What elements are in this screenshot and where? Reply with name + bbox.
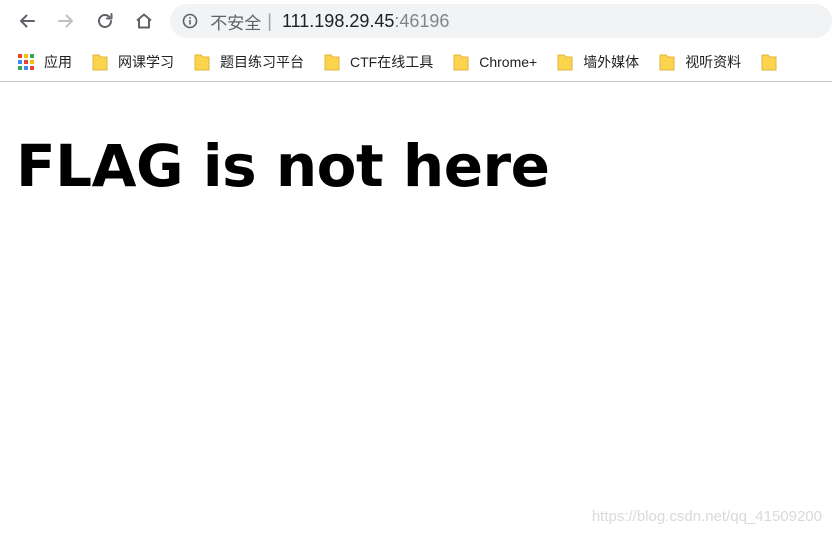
- url-text[interactable]: 111.198.29.45:46196: [282, 11, 450, 32]
- url-host: 111.198.29.45: [281, 10, 395, 31]
- bookmark-label: 网课学习: [118, 53, 174, 70]
- bookmark-folder-practice-platform[interactable]: 题目练习平台: [194, 48, 304, 76]
- bookmark-folder-av-materials[interactable]: 视听资料: [659, 48, 741, 76]
- forward-button[interactable]: [49, 4, 82, 38]
- info-icon: [182, 13, 198, 29]
- bookmark-label: 墙外媒体: [583, 53, 640, 70]
- bookmark-folder-chrome-plus[interactable]: Chrome+: [453, 48, 537, 76]
- back-button[interactable]: [10, 4, 43, 38]
- reload-button[interactable]: [88, 4, 121, 38]
- url-separator: |: [267, 10, 272, 31]
- browser-toolbar: 不安全 | 111.198.29.45:46196: [0, 0, 832, 42]
- folder-icon: [92, 53, 108, 71]
- folder-icon: [761, 53, 777, 71]
- folder-icon: [557, 53, 573, 71]
- bookmark-folder-ctf-tools[interactable]: CTF在线工具: [324, 48, 433, 76]
- watermark-text: https://blog.csdn.net/qq_41509200: [591, 508, 822, 525]
- arrow-right-icon: [57, 14, 73, 28]
- arrow-left-icon: [19, 14, 35, 28]
- address-bar[interactable]: 不安全 | 111.198.29.45:46196: [170, 4, 832, 38]
- bookmarks-bar: 应用 网课学习 题目练习平台 CTF在线工具 Chrome+ 墙外媒体 视听资料: [0, 42, 832, 82]
- security-label: 不安全: [210, 13, 262, 33]
- folder-icon: [324, 53, 340, 71]
- folder-icon: [194, 53, 210, 71]
- url-port: :46196: [394, 10, 450, 31]
- bookmark-folder-foreign-media[interactable]: 墙外媒体: [557, 48, 639, 76]
- bookmark-apps[interactable]: 应用: [18, 48, 72, 76]
- page-content: FLAG is not here: [0, 126, 832, 206]
- folder-icon: [453, 53, 469, 71]
- bookmark-folder-online-courses[interactable]: 网课学习: [92, 48, 174, 76]
- page-heading: FLAG is not here: [16, 132, 550, 200]
- security-indicator[interactable]: 不安全: [182, 9, 261, 34]
- home-button[interactable]: [127, 4, 160, 38]
- bookmark-folder-overflow[interactable]: [761, 48, 787, 76]
- bookmark-label: CTF在线工具: [350, 53, 434, 70]
- apps-grid-icon: [18, 53, 34, 70]
- home-icon: [136, 13, 152, 29]
- bookmark-label: 应用: [44, 53, 72, 70]
- browser-window: 不安全 | 111.198.29.45:46196 应用 网课学习 题目练习平台…: [0, 0, 832, 533]
- reload-icon: [97, 13, 113, 28]
- bookmark-label: 题目练习平台: [220, 53, 304, 70]
- bookmark-label: Chrome+: [479, 53, 538, 70]
- bookmark-label: 视听资料: [685, 53, 742, 70]
- folder-icon: [659, 53, 675, 71]
